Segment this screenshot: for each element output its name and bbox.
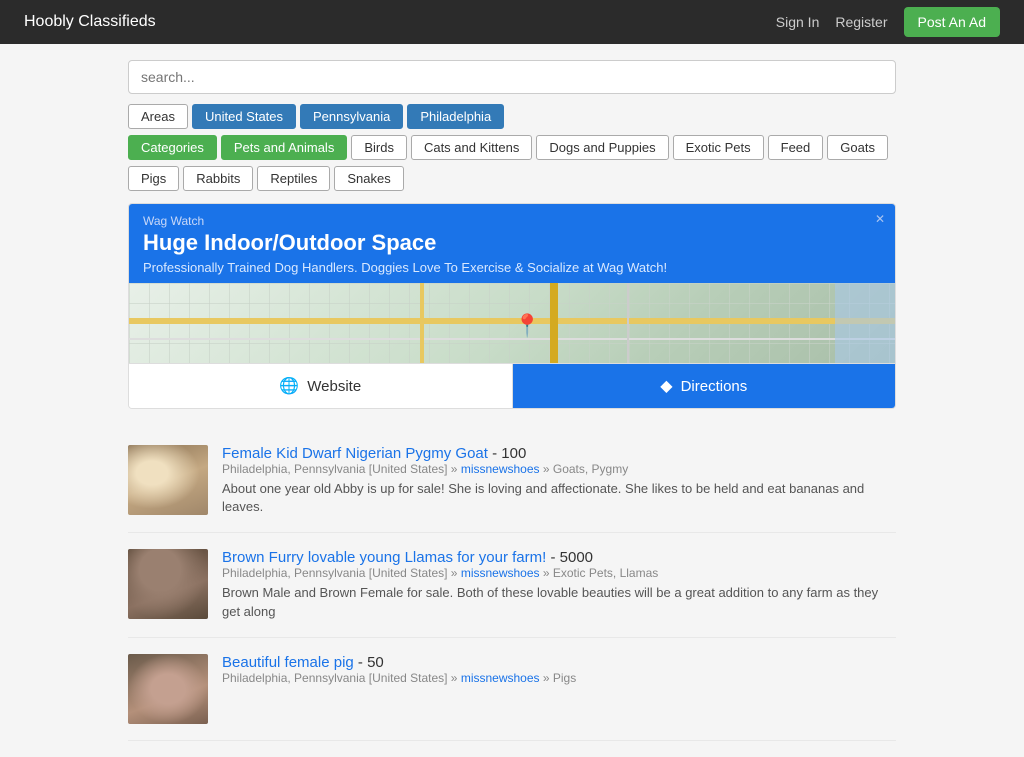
map-water: [835, 283, 895, 363]
listings-container: Female Kid Dwarf Nigerian Pygmy Goat - 1…: [128, 429, 896, 741]
listing-title-link-llama[interactable]: Brown Furry lovable young Llamas for you…: [222, 549, 593, 566]
map-pin-icon: 📍: [514, 313, 541, 339]
listing-content-llama: Brown Furry lovable young Llamas for you…: [222, 549, 896, 620]
header-nav: Sign In Register Post An Ad: [776, 7, 1000, 37]
listing-seller-pig[interactable]: missnewshoes: [461, 671, 540, 685]
listing-desc-llama: Brown Male and Brown Female for sale. Bo…: [222, 584, 896, 620]
cat-tag-categories[interactable]: Categories: [128, 135, 217, 160]
ad-banner: Wag Watch Huge Indoor/Outdoor Space Prof…: [128, 203, 896, 409]
listing-content-pig: Beautiful female pig - 50 Philadelphia, …: [222, 654, 896, 724]
cat-tag-rabbits[interactable]: Rabbits: [183, 166, 253, 191]
website-button[interactable]: 🌐 Website: [129, 364, 513, 408]
cat-tag-dogs[interactable]: Dogs and Puppies: [536, 135, 668, 160]
cat-tag-exotic[interactable]: Exotic Pets: [673, 135, 764, 160]
area-tag-us[interactable]: United States: [192, 104, 296, 129]
listing-seller-llama[interactable]: missnewshoes: [461, 566, 540, 580]
map-road-2: [129, 338, 895, 340]
listing-item: Beautiful female pig - 50 Philadelphia, …: [128, 638, 896, 741]
cat-tag-pets[interactable]: Pets and Animals: [221, 135, 347, 160]
category-filter-row: Categories Pets and Animals Birds Cats a…: [128, 135, 896, 160]
directions-icon: ◆: [660, 376, 672, 396]
directions-button-label: Directions: [681, 378, 748, 395]
listing-price-pig: - 50: [358, 654, 384, 671]
listing-item: Female Kid Dwarf Nigerian Pygmy Goat - 1…: [128, 429, 896, 533]
listing-image-llama: [128, 549, 208, 619]
listing-price-goat: - 100: [492, 445, 526, 462]
cat-tag-goats[interactable]: Goats: [827, 135, 888, 160]
map-road-v1: [420, 283, 424, 363]
cat-tag-cats[interactable]: Cats and Kittens: [411, 135, 532, 160]
listing-price-llama: - 5000: [550, 549, 593, 566]
search-input[interactable]: [128, 60, 896, 94]
listing-seller-goat[interactable]: missnewshoes: [461, 462, 540, 476]
post-ad-button[interactable]: Post An Ad: [904, 7, 1001, 37]
website-button-label: Website: [307, 378, 361, 395]
ad-action-buttons: 🌐 Website ◆ Directions: [129, 363, 895, 408]
map-road-1: [129, 318, 895, 324]
register-link[interactable]: Register: [835, 14, 887, 30]
goat-image-shape: [128, 445, 208, 515]
site-logo: Hoobly Classifieds: [24, 13, 156, 31]
map-road-v3: [627, 283, 629, 363]
listing-desc-goat: About one year old Abby is up for sale! …: [222, 480, 896, 516]
listing-title-link-goat[interactable]: Female Kid Dwarf Nigerian Pygmy Goat - 1…: [222, 445, 526, 462]
sub-filter-row: Pigs Rabbits Reptiles Snakes: [128, 166, 896, 191]
directions-button[interactable]: ◆ Directions: [513, 364, 896, 408]
listing-meta-pig: Philadelphia, Pennsylvania [United State…: [222, 671, 896, 685]
map-road-v2: [550, 283, 558, 363]
area-filter-row: Areas United States Pennsylvania Philade…: [128, 104, 896, 129]
listing-content-goat: Female Kid Dwarf Nigerian Pygmy Goat - 1…: [222, 445, 896, 516]
listing-title-llama: Brown Furry lovable young Llamas for you…: [222, 549, 896, 566]
globe-icon: 🌐: [279, 376, 299, 396]
area-tag-areas[interactable]: Areas: [128, 104, 188, 129]
area-tag-pa[interactable]: Pennsylvania: [300, 104, 403, 129]
cat-tag-feed[interactable]: Feed: [768, 135, 824, 160]
listing-title-link-pig[interactable]: Beautiful female pig - 50: [222, 654, 384, 671]
area-tag-philly[interactable]: Philadelphia: [407, 104, 504, 129]
llama-image-shape: [128, 549, 208, 619]
listing-meta-goat: Philadelphia, Pennsylvania [United State…: [222, 462, 896, 476]
listing-image-goat: [128, 445, 208, 515]
cat-tag-reptiles[interactable]: Reptiles: [257, 166, 330, 191]
listing-image-pig: [128, 654, 208, 724]
listing-title-pig: Beautiful female pig - 50: [222, 654, 896, 671]
ad-map: 📍: [129, 283, 895, 363]
cat-tag-pigs[interactable]: Pigs: [128, 166, 179, 191]
listing-meta-llama: Philadelphia, Pennsylvania [United State…: [222, 566, 896, 580]
listing-title-goat: Female Kid Dwarf Nigerian Pygmy Goat - 1…: [222, 445, 896, 462]
main-content: Areas United States Pennsylvania Philade…: [112, 44, 912, 757]
cat-tag-snakes[interactable]: Snakes: [334, 166, 403, 191]
listing-item: Brown Furry lovable young Llamas for you…: [128, 533, 896, 637]
signin-link[interactable]: Sign In: [776, 14, 820, 30]
ad-close-icon[interactable]: ✕: [875, 212, 885, 226]
ad-header: Wag Watch Huge Indoor/Outdoor Space Prof…: [129, 204, 895, 283]
ad-label: Wag Watch: [143, 214, 881, 228]
ad-description: Professionally Trained Dog Handlers. Dog…: [143, 260, 881, 275]
ad-title: Huge Indoor/Outdoor Space: [143, 230, 881, 256]
pig-image-shape: [128, 654, 208, 724]
header: Hoobly Classifieds Sign In Register Post…: [0, 0, 1024, 44]
cat-tag-birds[interactable]: Birds: [351, 135, 407, 160]
